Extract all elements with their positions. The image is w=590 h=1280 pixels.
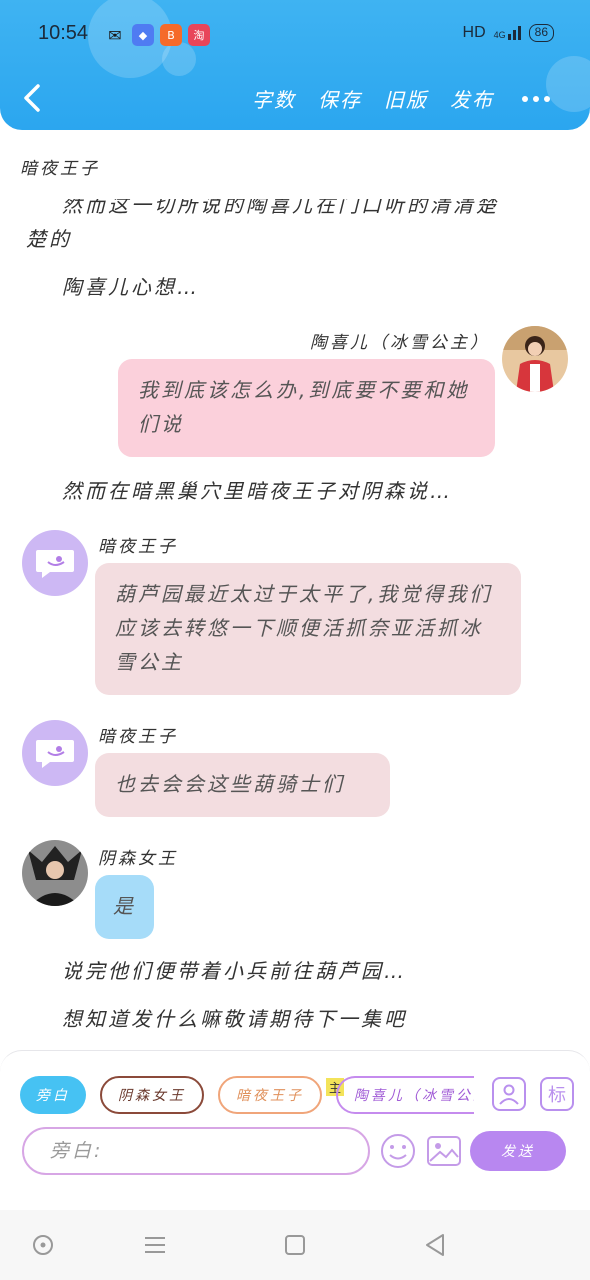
back-button[interactable] <box>18 78 52 118</box>
emoji-icon[interactable] <box>378 1131 418 1171</box>
assistant-icon[interactable] <box>28 1230 58 1260</box>
person-icon[interactable] <box>492 1077 526 1111</box>
role-chip-narrator[interactable]: 旁白 <box>20 1076 86 1114</box>
role-chip-taoxier[interactable]: 陶喜儿（冰雪公主） <box>336 1076 474 1114</box>
save-button[interactable]: 保存 <box>318 84 362 113</box>
top-speaker-name: 暗夜王子 <box>20 159 100 179</box>
narration-line: 想知道发什么嘛敬请期待下一集吧 <box>62 1007 407 1031</box>
narration-line: 楚的 <box>26 227 72 251</box>
battery-indicator: 86 <box>528 24 554 42</box>
avatar[interactable] <box>22 840 88 906</box>
dialogue-input[interactable] <box>22 1127 370 1175</box>
system-navigation-bar <box>0 1210 590 1280</box>
header-actions: 字数 保存 旧版 发布 <box>252 84 494 113</box>
chevron-left-icon <box>24 84 40 112</box>
status-indicators: HD 4G 86 <box>463 24 554 42</box>
composer-panel: 旁白 阴森女王 暗夜王子 主 陶喜儿（冰雪公主） 标 发送 <box>0 1050 590 1210</box>
speaker-name: 暗夜王子 <box>98 727 178 747</box>
signal-icon: 4G <box>494 26 521 40</box>
more-dots-icon[interactable] <box>522 96 550 102</box>
speaker-name: 阴森女王 <box>98 849 178 869</box>
app-red-icon: 淘 <box>188 24 210 46</box>
narration-line: 然而这一切所说的陶喜儿在门口听的清清楚 <box>62 193 499 217</box>
speaker-name: 暗夜王子 <box>98 537 178 557</box>
old-version-button[interactable]: 旧版 <box>384 84 428 113</box>
story-content: 暗夜王子 然而这一切所说的陶喜儿在门口听的清清楚 楚的 陶喜儿心想… 陶喜儿（冰… <box>0 130 590 1050</box>
message-bubble: 我到底该怎么办,到底要不要和她们说 <box>118 359 495 457</box>
speaker-name: 陶喜儿（冰雪公主） <box>310 333 490 353</box>
message-bubble: 是 <box>95 875 154 939</box>
decor-bubble <box>162 42 196 76</box>
message-bubble: 也去会会这些葫骑士们 <box>95 753 390 817</box>
word-count-button[interactable]: 字数 <box>252 84 296 113</box>
narration-line: 说完他们便带着小兵前往葫芦园… <box>62 959 407 983</box>
role-chip-queen[interactable]: 阴森女王 <box>100 1076 204 1114</box>
narration-line: 然而在暗黑巢穴里暗夜王子对阴森说… <box>62 479 453 503</box>
status-app-icons: ✉ ◆ B 淘 <box>104 24 210 46</box>
chat-bot-icon <box>36 550 74 578</box>
avatar-photo-taoxier <box>502 326 568 392</box>
publish-button[interactable]: 发布 <box>450 84 494 113</box>
wechat-icon: ✉ <box>108 25 122 45</box>
image-icon[interactable] <box>424 1131 464 1171</box>
app-orange-icon: B <box>160 24 182 46</box>
home-square-icon[interactable] <box>280 1230 310 1260</box>
network-label: HD <box>462 24 486 41</box>
avatar[interactable] <box>22 720 88 786</box>
app-diamond-icon: ◆ <box>132 24 154 46</box>
chat-bot-icon <box>36 740 74 768</box>
avatar[interactable] <box>22 530 88 596</box>
narration-line: 陶喜儿心想… <box>62 275 200 299</box>
avatar[interactable] <box>502 326 568 392</box>
back-triangle-icon[interactable] <box>420 1230 450 1260</box>
status-time: 10:54 <box>38 22 89 44</box>
send-button[interactable]: 发送 <box>470 1131 566 1171</box>
avatar-photo-queen <box>22 840 88 906</box>
top-header: 10:54 ✉ ◆ B 淘 HD 4G 86 字数 保存 旧版 发布 <box>0 0 590 130</box>
decor-bubble <box>546 56 590 112</box>
role-chip-prince[interactable]: 暗夜王子 <box>218 1076 322 1114</box>
menu-icon[interactable] <box>140 1230 170 1260</box>
message-bubble: 葫芦园最近太过于太平了,我觉得我们应该去转悠一下顺便活抓奈亚活抓冰雪公主 <box>95 563 521 695</box>
tag-button[interactable]: 标 <box>540 1077 574 1111</box>
